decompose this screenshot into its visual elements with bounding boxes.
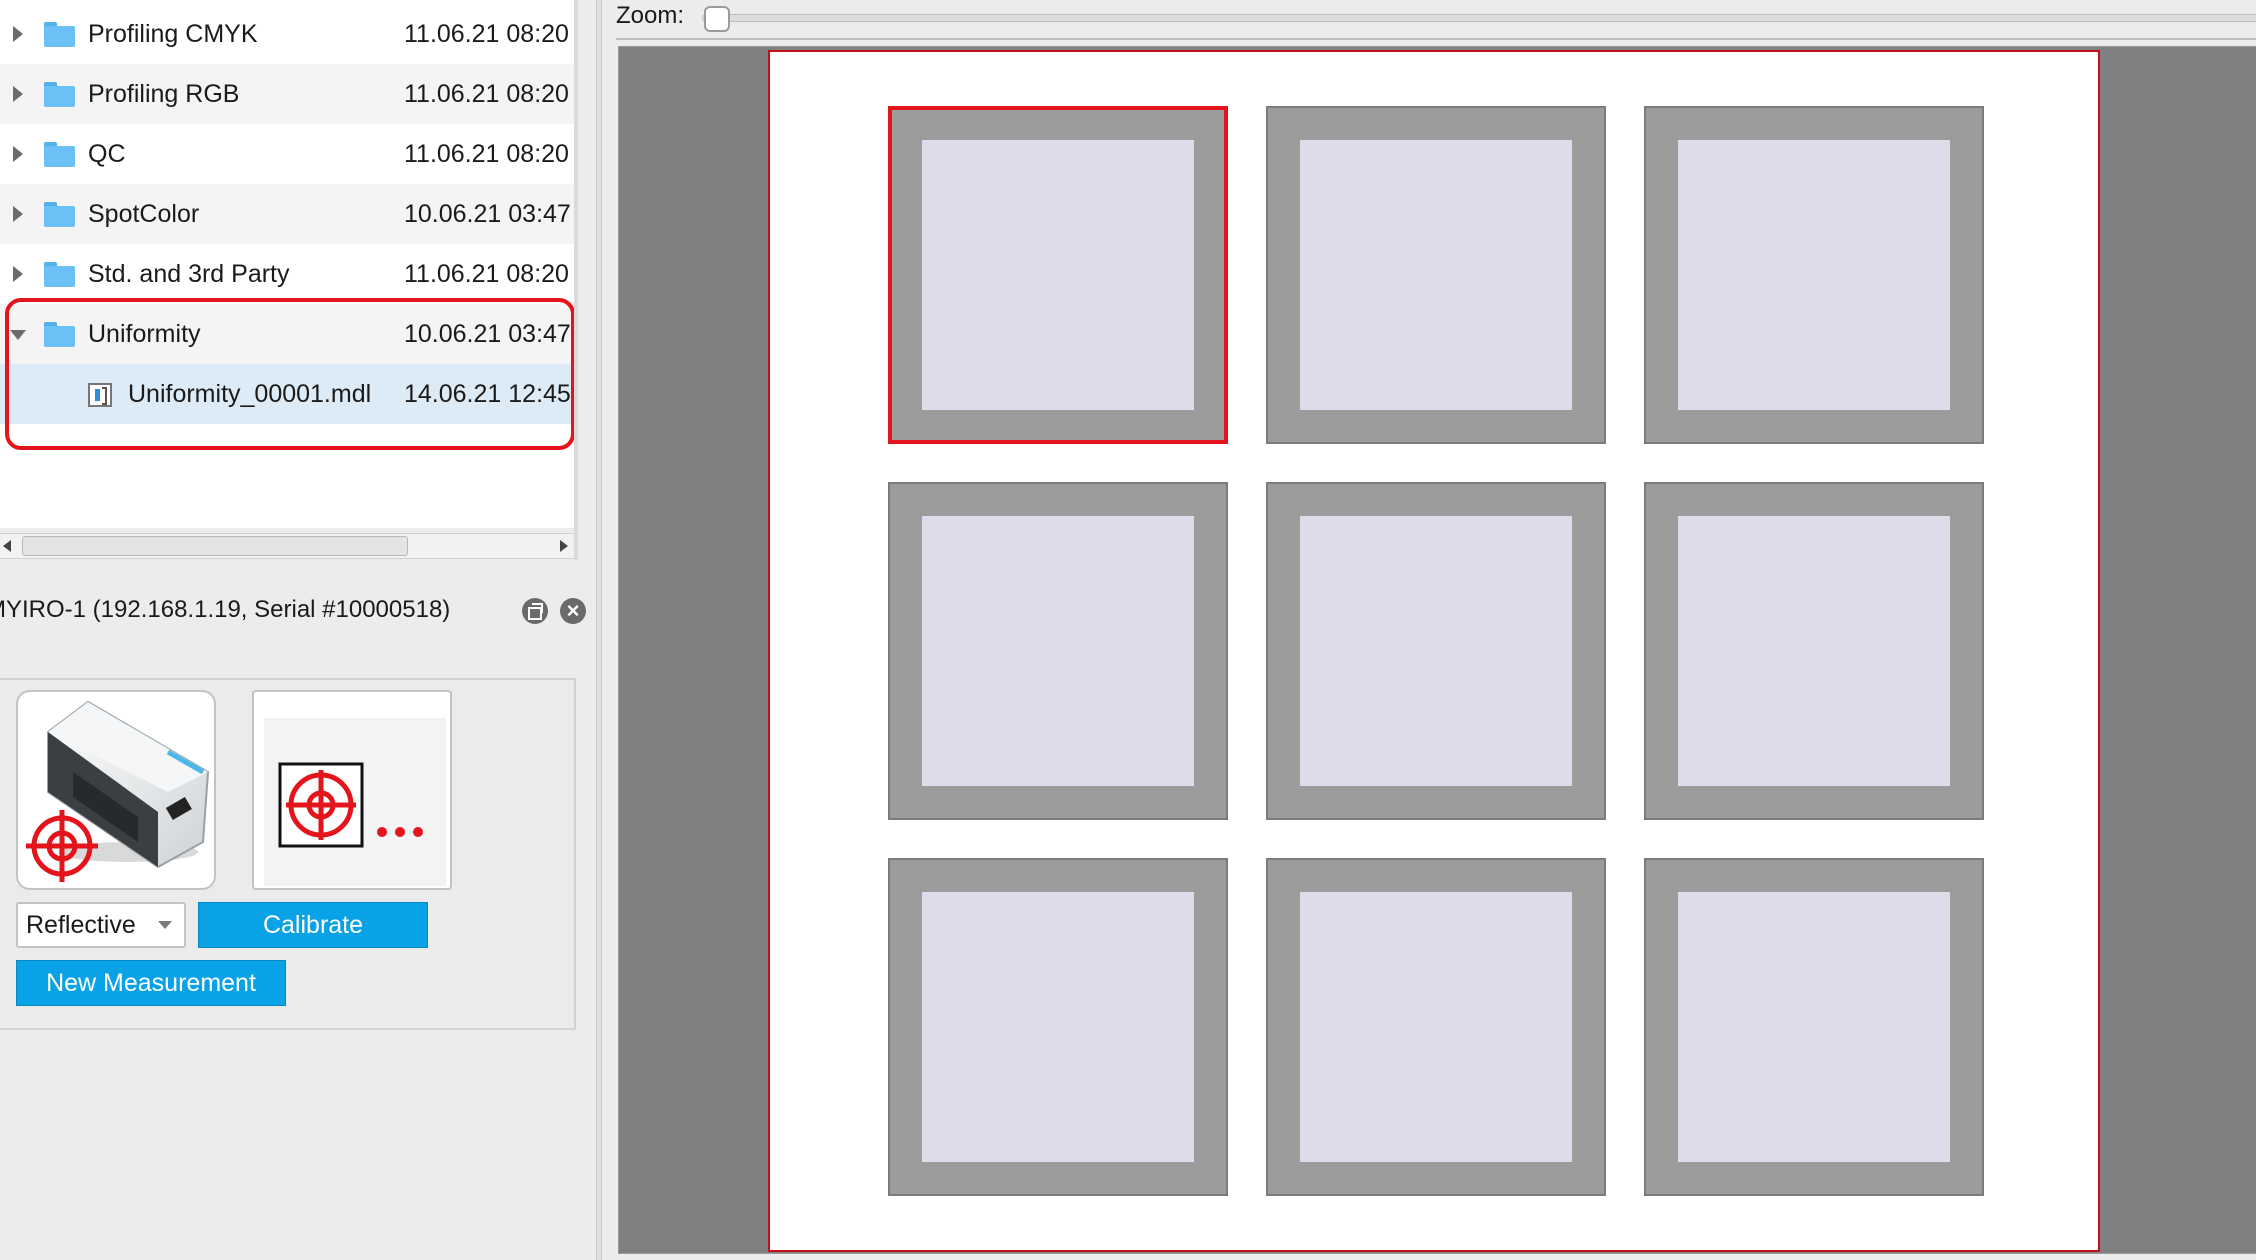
zoom-slider-track[interactable] [702, 14, 2256, 22]
zoom-slider-thumb[interactable] [704, 6, 730, 32]
tree-item-date: 10.06.21 03:47 [404, 320, 571, 348]
patch-measure-area [922, 140, 1194, 410]
patch-measure-area [1300, 140, 1572, 410]
device-title: MYIRO-1 (192.168.1.19, Serial #10000518) [0, 590, 590, 630]
tree-item-label: QC [88, 140, 126, 168]
patch-7[interactable] [888, 858, 1228, 1196]
patch-6[interactable] [1644, 482, 1984, 820]
patch-4[interactable] [888, 482, 1228, 820]
tree-item-date: 11.06.21 08:20 [404, 20, 569, 48]
new-measurement-button[interactable]: New Measurement [16, 960, 286, 1006]
disclosure-triangle-icon[interactable] [10, 124, 28, 184]
tree-item-label: Uniformity_00001.mdl [128, 380, 372, 408]
folder-icon [44, 262, 75, 287]
horizontal-scrollbar[interactable] [0, 533, 574, 559]
folder-icon [44, 142, 75, 167]
tree-row-spotcolor[interactable]: SpotColor 10.06.21 03:47 [0, 184, 574, 244]
mdl-file-icon [88, 383, 112, 407]
scrollbar-thumb[interactable] [22, 536, 408, 556]
crosshair-target-icon [260, 714, 446, 886]
tree-item-date: 14.06.21 12:45 [404, 380, 571, 408]
tree-divider [574, 0, 578, 560]
patch-1[interactable] [888, 106, 1228, 444]
patch-5[interactable] [1266, 482, 1606, 820]
tree-row-uniformity-file[interactable]: Uniformity_00001.mdl 14.06.21 12:45 [0, 364, 574, 424]
tree-row-std-3rd-party[interactable]: Std. and 3rd Party 11.06.21 08:20 [0, 244, 574, 304]
test-chart-sheet [768, 50, 2100, 1252]
patch-measure-area [1300, 892, 1572, 1162]
spectrophotometer-icon [26, 700, 210, 882]
device-image-card[interactable] [16, 690, 216, 890]
measure-mode-card[interactable] [252, 690, 452, 890]
patch-measure-area [1678, 892, 1950, 1162]
folder-icon [44, 202, 75, 227]
patch-measure-area [922, 516, 1194, 786]
chevron-down-icon [158, 921, 172, 929]
disclosure-triangle-icon[interactable] [10, 64, 28, 124]
patch-measure-area [922, 892, 1194, 1162]
tree-row-profiling-rgb[interactable]: Profiling RGB 11.06.21 08:20 [0, 64, 574, 124]
file-tree: Profiling CMYK 11.06.21 08:20 Profiling … [0, 0, 574, 528]
disclosure-triangle-icon[interactable] [10, 184, 28, 244]
patch-3[interactable] [1644, 106, 1984, 444]
scroll-right-icon[interactable] [560, 540, 568, 552]
restore-window-icon[interactable] [522, 598, 548, 624]
tree-item-label: Profiling RGB [88, 80, 240, 108]
disclosure-triangle-icon[interactable] [10, 304, 28, 364]
patch-measure-area [1678, 140, 1950, 410]
measure-mode-value: Reflective [26, 911, 136, 939]
toolbar-divider [616, 38, 2256, 40]
measure-mode-select[interactable]: Reflective [16, 902, 186, 948]
device-title-text: MYIRO-1 (192.168.1.19, Serial #10000518) [0, 596, 451, 623]
patch-measure-area [1678, 516, 1950, 786]
folder-icon [44, 82, 75, 107]
tree-item-date: 11.06.21 08:20 [404, 260, 569, 288]
disclosure-triangle-icon[interactable] [10, 4, 28, 64]
tree-item-date: 11.06.21 08:20 [404, 80, 569, 108]
calibrate-button[interactable]: Calibrate [198, 902, 428, 948]
disclosure-triangle-icon[interactable] [10, 244, 28, 304]
tree-item-label: SpotColor [88, 200, 200, 228]
folder-icon [44, 322, 75, 347]
close-icon[interactable]: × [560, 598, 586, 624]
patch-8[interactable] [1266, 858, 1606, 1196]
scroll-left-icon[interactable] [3, 540, 11, 552]
tree-item-label: Profiling CMYK [88, 20, 258, 48]
folder-icon [44, 22, 75, 47]
tree-item-date: 10.06.21 03:47 [404, 200, 571, 228]
tree-item-label: Uniformity [88, 320, 201, 348]
patch-2[interactable] [1266, 106, 1606, 444]
tree-row-qc[interactable]: QC 11.06.21 08:20 [0, 124, 574, 184]
tree-row-profiling-cmyk[interactable]: Profiling CMYK 11.06.21 08:20 [0, 4, 574, 64]
patch-measure-area [1300, 516, 1572, 786]
patch-9[interactable] [1644, 858, 1984, 1196]
tree-item-date: 11.06.21 08:20 [404, 140, 569, 168]
tree-item-label: Std. and 3rd Party [88, 260, 290, 288]
tree-row-uniformity[interactable]: Uniformity 10.06.21 03:47 [0, 304, 574, 364]
left-panel: Profiling CMYK 11.06.21 08:20 Profiling … [0, 0, 596, 1260]
zoom-label: Zoom: [616, 2, 685, 29]
